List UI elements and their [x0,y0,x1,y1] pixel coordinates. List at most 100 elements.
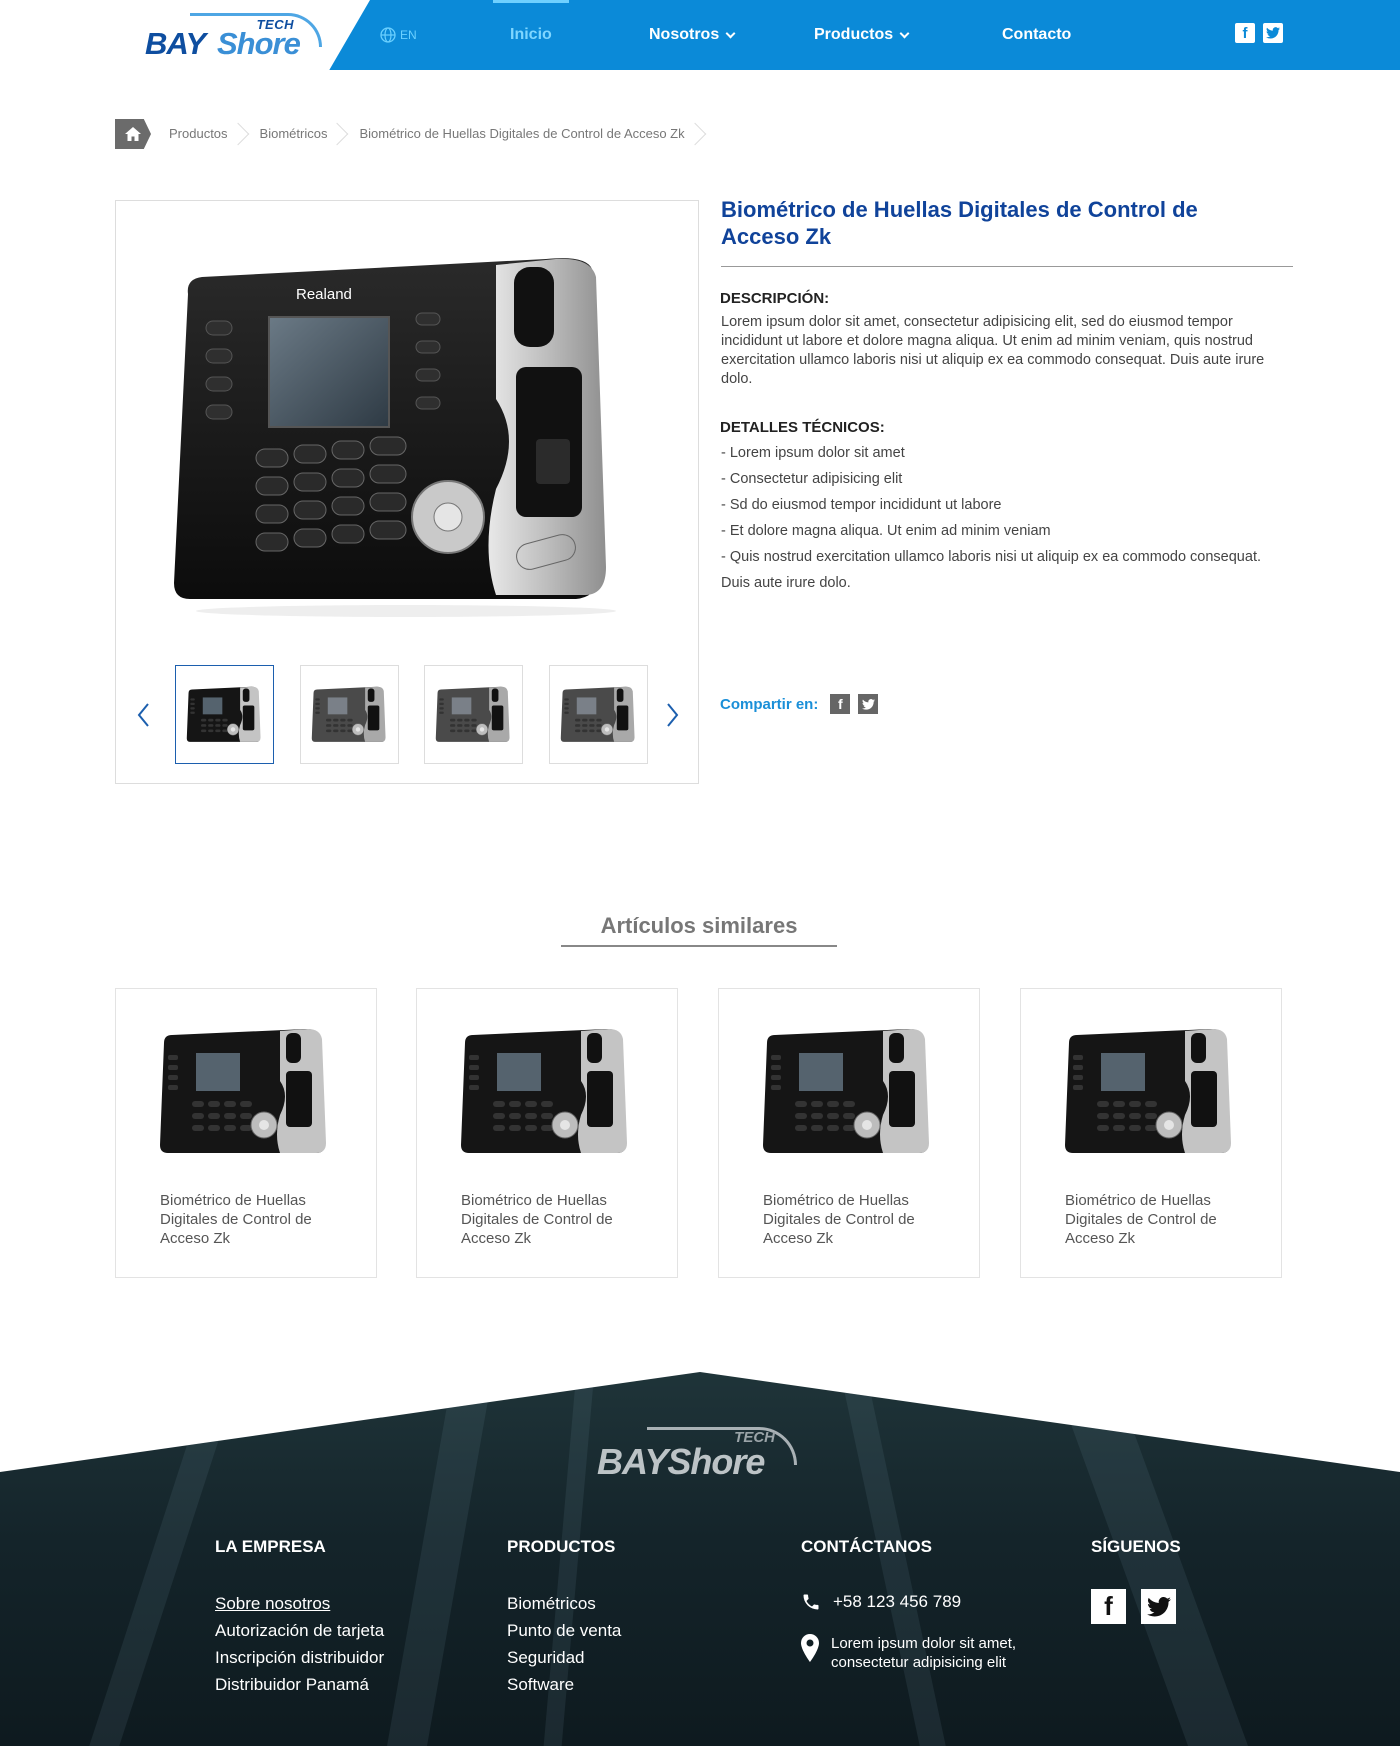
logo-word-bay: BAY [145,26,206,61]
similar-card-name: Biométrico de Huellas Digitales de Contr… [160,1192,312,1247]
contact-phone-text: +58 123 456 789 [833,1592,962,1611]
thumbnail-image [560,686,635,742]
footer-social: f [1091,1589,1176,1624]
breadcrumb-item[interactable]: Productos [151,119,242,149]
nav-label: Nosotros [649,26,720,43]
chevron-down-icon [899,28,910,38]
footer-heading: PRODUCTOS [507,1537,616,1556]
logo-word-bay-text: BAY [597,1441,668,1482]
chevron-down-icon [725,28,736,38]
thumbnail-strip [116,665,698,765]
nav-contacto[interactable]: Contacto [1002,0,1071,70]
footer-heading: CONTÁCTANOS [801,1537,932,1556]
nav-label: Inicio [510,26,552,43]
site-footer: TECH BAYShore LA EMPRESA Sobre nosotros … [0,1372,1400,1746]
description-heading: DESCRIPCIÓN: [720,290,830,307]
logo-word-shore-text: Shore [667,1441,765,1482]
location-pin-icon [801,1634,819,1662]
footer-product-links: Biométricos Punto de venta Seguridad Sof… [507,1590,621,1698]
globe-icon [380,27,396,43]
footer-link[interactable]: Distribuidor Panamá [215,1671,384,1698]
similar-card-name: Biométrico de Huellas Digitales de Contr… [461,1192,613,1247]
details-heading: DETALLES TÉCNICOS: [720,419,885,436]
product-image [457,1025,637,1160]
language-switch[interactable]: EN [380,26,417,44]
site-header: TECH BAY Shore EN Inicio Nosotros Produc… [0,0,1400,70]
twitter-icon[interactable] [1141,1589,1176,1624]
breadcrumb-item[interactable]: Biométricos [242,119,342,149]
product-gallery: Realand [115,200,699,784]
footer-link[interactable]: Sobre nosotros [215,1590,384,1617]
footer-heading: SÍGUENOS [1091,1537,1181,1556]
chevron-right-icon[interactable] [662,701,682,729]
detail-item: - Sd do eiusmod tempor incididunt ut lab… [721,497,1002,513]
footer-link[interactable]: Autorización de tarjeta [215,1617,384,1644]
logo-area: TECH BAY Shore [0,0,370,70]
card-device-image [763,1029,929,1153]
breadcrumb: Productos Biométricos Biométrico de Huel… [115,119,699,149]
breadcrumb-current: Biométrico de Huellas Digitales de Contr… [341,119,698,149]
facebook-icon[interactable]: f [830,694,851,714]
thumbnail[interactable] [549,665,648,764]
footer-link[interactable]: Biométricos [507,1590,621,1617]
nav-label: Contacto [1002,26,1072,43]
similar-card-name: Biométrico de Huellas Digitales de Contr… [763,1192,915,1247]
similar-card-name: Biométrico de Huellas Digitales de Contr… [1065,1192,1217,1247]
similar-title-underline [561,945,837,947]
detail-item: - Et dolore magna aliqua. Ut enim ad min… [721,523,1051,539]
twitter-icon[interactable] [1263,23,1283,43]
brand-logo[interactable]: TECH BAY Shore [145,12,322,61]
thumbnail[interactable] [175,665,274,764]
card-device-image [461,1029,627,1153]
share-label: Compartir en: [720,695,819,713]
card-device-image [1065,1029,1231,1153]
contact-address: Lorem ipsum dolor sit amet, consectetur … [801,1634,1031,1672]
twitter-icon[interactable] [858,694,879,714]
share-bar: Compartir en: f [720,694,879,714]
similar-card[interactable]: Biométrico de Huellas Digitales de Contr… [115,988,377,1278]
product-image [759,1025,939,1160]
footer-link[interactable]: Punto de venta [507,1617,621,1644]
page: TECH BAY Shore EN Inicio Nosotros Produc… [0,0,1400,1746]
language-label: EN [400,28,417,42]
chevron-left-icon[interactable] [134,701,154,729]
detail-item: - Quis nostrud exercitation ullamco labo… [721,549,1261,591]
thumbnail-image [186,686,261,742]
footer-heading: LA EMPRESA [215,1537,326,1556]
thumbnail[interactable] [424,665,523,764]
thumbnail-image [311,686,386,742]
similar-title: Artículos similares [600,913,798,938]
breadcrumb-home[interactable] [115,119,151,149]
product-title: Biométrico de Huellas Digitales de Contr… [721,197,1198,249]
title-divider [721,266,1293,267]
product-image [1061,1025,1241,1160]
detail-item: - Consectetur adipisicing elit [721,471,903,487]
footer-link[interactable]: Inscripción distribuidor [215,1644,384,1671]
footer-company-links: Sobre nosotros Autorización de tarjeta I… [215,1590,384,1698]
contact-address-text: Lorem ipsum dolor sit amet, consectetur … [831,1635,1017,1671]
product-image [156,1025,336,1160]
similar-card[interactable]: Biométrico de Huellas Digitales de Contr… [416,988,678,1278]
facebook-icon[interactable]: f [1091,1589,1126,1624]
product-main-image[interactable]: Realand [166,249,646,619]
nav-label: Productos [814,26,894,43]
footer-link[interactable]: Seguridad [507,1644,621,1671]
contact-phone[interactable]: +58 123 456 789 [801,1592,961,1612]
card-device-image [160,1029,326,1153]
nav-productos[interactable]: Productos [814,0,910,70]
phone-icon [803,1594,819,1610]
product-description: Lorem ipsum dolor sit amet, consectetur … [721,314,1265,387]
thumbnail[interactable] [300,665,399,764]
similar-card[interactable]: Biométrico de Huellas Digitales de Contr… [718,988,980,1278]
technical-details: - Lorem ipsum dolor sit amet - Consectet… [721,440,1291,596]
detail-item: - Lorem ipsum dolor sit amet [721,445,905,461]
nav-nosotros[interactable]: Nosotros [649,0,736,70]
facebook-icon[interactable]: f [1235,23,1255,43]
nav-inicio[interactable]: Inicio [493,0,569,70]
logo-word-bay: BAYShore [597,1441,765,1483]
similar-card[interactable]: Biométrico de Huellas Digitales de Contr… [1020,988,1282,1278]
footer-logo[interactable]: TECH BAYShore [597,1427,797,1487]
logo-word-shore: Shore [217,26,301,61]
header-social: f [1235,23,1283,43]
footer-link[interactable]: Software [507,1671,621,1698]
